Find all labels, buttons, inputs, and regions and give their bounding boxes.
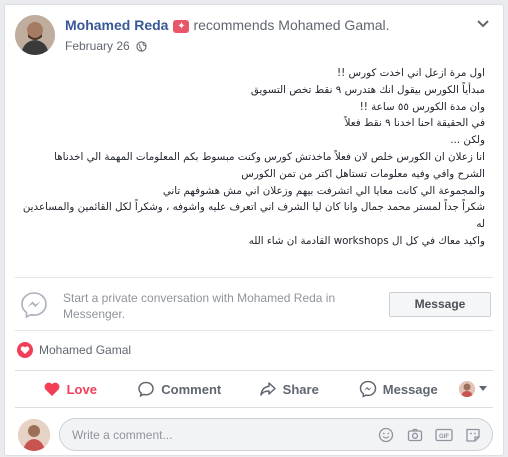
svg-text:GIF: GIF [439, 434, 449, 440]
camera-icon[interactable] [406, 426, 424, 444]
comment-label: Comment [161, 381, 222, 397]
post-line: والمجموعة الي كانت معايا الي اتشرفت بيهم… [162, 184, 485, 197]
message-action-button[interactable]: Message [344, 371, 454, 407]
caret-down-icon [479, 386, 487, 391]
post-line: في الحقيقة احنا اخدنا ٩ نقط فعلاً [344, 117, 485, 130]
messenger-icon [21, 292, 47, 319]
love-reaction-icon [17, 342, 33, 358]
globe-icon [136, 40, 147, 52]
gif-icon[interactable]: GIF [435, 426, 453, 444]
recommended-page-name[interactable]: Mohamed Gamal. [278, 17, 389, 33]
messenger-icon [359, 380, 377, 398]
author-name[interactable]: Mohamed Reda [65, 17, 168, 33]
reactor-name[interactable]: Mohamed Gamal [39, 343, 131, 357]
comment-placeholder: Write a comment... [72, 428, 173, 442]
post-header: Mohamed Reda ✦ recommends Mohamed Gamal. F… [15, 13, 493, 59]
post-title-line: Mohamed Reda ✦ recommends Mohamed Gamal. [65, 17, 390, 33]
post-line: ولكن ... [450, 134, 485, 147]
post-line: شكراً جداً لمستر محمد جمال وانا كان ليا … [22, 201, 485, 214]
post-line: اول مرة ازعل اني اخدت كورس !! [337, 67, 485, 79]
reaction-profile-selector[interactable] [453, 381, 493, 397]
comment-icon [138, 381, 155, 398]
share-label: Share [282, 381, 319, 397]
post-date[interactable]: February 26 [65, 39, 130, 53]
comment-tools: GIF [377, 426, 482, 444]
share-icon [259, 382, 276, 396]
author-avatar[interactable] [15, 15, 55, 55]
post-card: Mohamed Reda ✦ recommends Mohamed Gamal. F… [4, 4, 504, 456]
comment-composer: Write a comment... GIF [15, 415, 493, 451]
post-line: وان مدة الكورس ٥٥ ساعة !! [359, 100, 485, 113]
love-button[interactable]: Love [15, 371, 125, 407]
recommends-text: recommends [193, 17, 275, 33]
comment-button[interactable]: Comment [125, 371, 235, 407]
reactions-summary[interactable]: Mohamed Gamal [17, 342, 131, 358]
heart-icon [44, 382, 60, 396]
post-meta: February 26 [65, 39, 147, 53]
messenger-prompt: Start a private conversation with Mohame… [15, 277, 493, 331]
profile-avatar [459, 381, 475, 397]
post-line: انا زعلان ان الكورس خلص لان فعلاً ماخدتش… [54, 150, 485, 163]
messenger-prompt-text: Start a private conversation with Mohame… [63, 291, 336, 321]
post-line: له [476, 218, 485, 231]
emoji-icon[interactable] [377, 426, 395, 444]
comment-input[interactable]: Write a comment... GIF [59, 418, 493, 451]
chevron-down-icon[interactable] [473, 15, 493, 33]
post-line: واكيد معاك في كل ال workshops القادمة ان… [248, 234, 485, 247]
post-actions-bar: Love Comment Share Message [15, 370, 493, 408]
message-action-label: Message [382, 381, 438, 397]
message-button[interactable]: Message [389, 292, 491, 317]
love-label: Love [66, 381, 97, 397]
post-line: الشرح وافي وفيه معلومات تستاهل اكتر من ت… [241, 167, 485, 180]
post-body: اول مرة ازعل اني اخدت كورس !! مبدأياً ال… [15, 65, 485, 250]
star-badge-icon: ✦ [173, 20, 190, 33]
post-line: مبدأياً الكورس بيقول انك هتدرس ٩ نقط تخص… [250, 83, 485, 96]
share-button[interactable]: Share [234, 371, 344, 407]
sticker-icon[interactable] [464, 426, 482, 444]
commenter-avatar [18, 419, 50, 451]
